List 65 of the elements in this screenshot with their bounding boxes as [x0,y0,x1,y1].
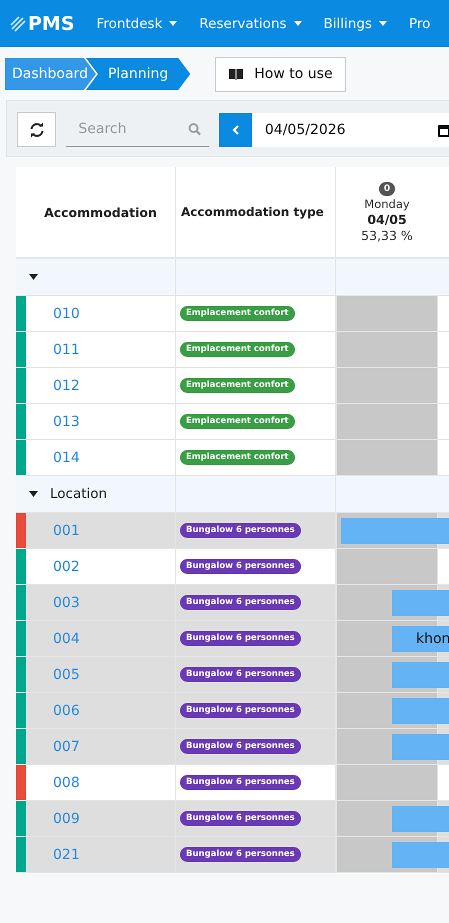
caret-icon[interactable] [29,274,38,280]
caret-icon[interactable] [29,491,38,497]
column-header: Accommodation [43,204,158,222]
count-badge: 0 [378,182,396,196]
refresh-button[interactable] [17,112,56,147]
breadcrumb-item[interactable]: Dashboard [5,58,96,90]
type-tag: Emplacement confort [180,342,295,357]
chevron-left-icon [232,124,240,134]
refresh-icon [28,122,45,138]
logo-icon [10,16,26,32]
nav-menu-item[interactable]: Reservations [199,16,302,32]
column-header: Accommodation type [175,167,335,257]
accommodation-link[interactable]: 021 [53,846,80,862]
type-tag: Bungalow 6 personnes [180,667,301,682]
booking-bar[interactable] [392,662,449,688]
type-tag: Emplacement confort [180,306,295,321]
previous-date-button[interactable] [219,112,252,146]
type-tag: Bungalow 6 personnes [180,775,301,790]
type-tag: Bungalow 6 personnes [180,739,301,754]
accommodation-link[interactable]: 012 [53,378,80,394]
accommodation-link[interactable]: 003 [53,594,80,610]
nav-menu-item[interactable]: Frontdesk [96,16,178,32]
type-tag: Bungalow 6 personnes [180,559,301,574]
logo-text[interactable]: PMS [28,12,75,34]
type-tag: Bungalow 6 personnes [180,703,301,718]
booking-bar[interactable] [341,518,449,544]
nav-menu-item[interactable]: Pro [408,16,430,32]
nav-menu-item[interactable]: Billings [324,16,387,32]
type-tag: Emplacement confort [180,414,295,429]
type-tag: Bungalow 6 personnes [180,847,301,862]
type-tag: Bungalow 6 personnes [180,595,301,610]
group-label: Location [50,486,108,502]
booking-bar[interactable] [392,842,449,868]
booking-bar[interactable] [392,698,449,724]
breadcrumb-item[interactable]: Planning [86,58,190,90]
accommodation-link[interactable]: 014 [53,450,80,466]
weekday-label: Monday [364,196,410,210]
how-to-use-button[interactable]: How to use [215,56,346,92]
accommodation-link[interactable]: 006 [53,702,80,718]
occupancy-rate: 53,33 % [361,228,413,242]
day-date: 04/05 [367,212,407,226]
type-tag: Bungalow 6 personnes [180,631,301,646]
accommodation-link[interactable]: 008 [53,774,80,790]
accommodation-link[interactable]: 009 [53,810,80,826]
type-tag: Bungalow 6 personnes [180,811,301,826]
accommodation-link[interactable]: 005 [53,666,80,682]
book-icon [228,68,244,80]
search-icon [188,122,202,136]
accommodation-link[interactable]: 010 [53,306,80,322]
type-tag: Bungalow 6 personnes [180,523,301,538]
booking-bar[interactable]: khon [392,626,449,652]
booking-bar[interactable] [392,734,449,760]
accommodation-link[interactable]: 011 [53,342,80,358]
type-tag: Emplacement confort [180,450,295,465]
accommodation-link[interactable]: 007 [53,738,80,754]
calendar-icon [438,122,449,136]
accommodation-link[interactable]: 013 [53,414,80,430]
accommodation-link[interactable]: 001 [53,522,80,538]
booking-bar[interactable] [392,806,449,832]
search-field[interactable]: Search [78,121,188,137]
booking-bar[interactable] [392,590,449,616]
accommodation-link[interactable]: 002 [53,558,80,574]
accommodation-link[interactable]: 004 [53,630,80,646]
date-field[interactable]: 04/05/2026 [252,112,449,146]
type-tag: Emplacement confort [180,378,295,393]
